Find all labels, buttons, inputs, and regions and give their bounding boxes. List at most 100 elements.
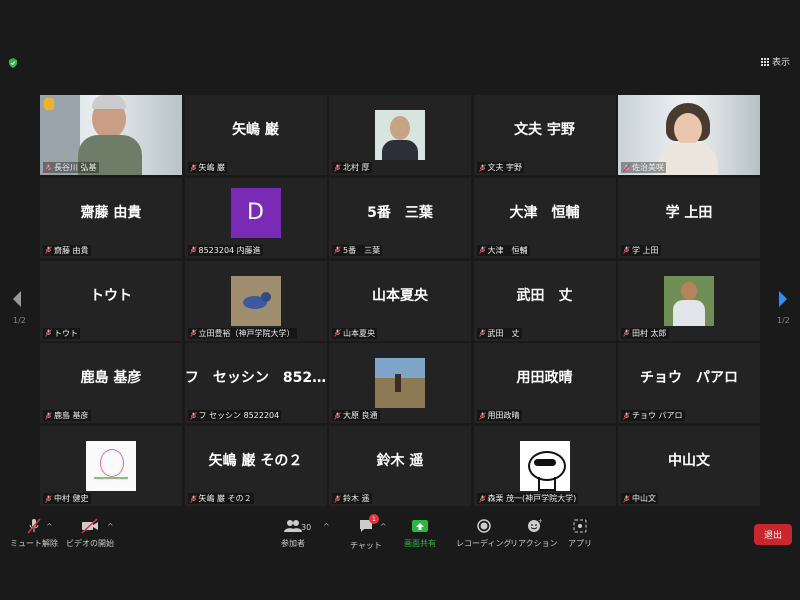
participant-name: 大津 恒輔 [487,245,528,255]
participant-tile[interactable]: 中村 健史 [40,426,182,506]
mic-muted-icon [45,494,52,503]
participant-name-label: 矢嶋 巌 [187,162,228,173]
mic-muted-icon [478,163,486,172]
participant-name: 鹿島 基彦 [54,411,89,421]
participant-display-name: 学 上田 [665,204,713,221]
participant-tile[interactable]: 大津 恒輔 大津 恒輔 [473,177,616,258]
participants-label: 参加者 [281,539,305,548]
participant-tile[interactable]: トウト トウト [40,260,182,341]
participant-tile[interactable]: 佐治美咲 [618,95,760,175]
participant-display-name: 鹿島 基彦 [80,370,142,387]
participant-name-label: 立田豊裕（神戸学院大学） [187,327,297,339]
mic-muted-icon [334,494,341,503]
reactions-button[interactable]: + リアクション [510,518,558,549]
view-button[interactable]: 表示 [760,55,790,68]
participant-tile[interactable]: 中山文 中山文 [618,426,760,506]
prev-page-arrow-icon[interactable] [10,290,24,308]
participant-name: 田村 太郎 [632,328,667,338]
participant-name: 大原 良通 [343,411,378,421]
participant-tile[interactable]: 長谷川 弘基 [40,95,182,175]
mic-muted-icon [478,246,486,255]
participant-name: 森栗 茂一(神戸学院大学) [487,494,577,503]
mic-muted-icon [623,329,630,337]
mic-muted-icon [45,163,52,172]
participant-display-name: 大津 恒輔 [509,204,580,221]
participant-tile[interactable]: 立田豊裕（神戸学院大学） [184,260,327,341]
participant-name-label: 鹿島 基彦 [43,410,91,422]
next-page-arrow-icon[interactable] [776,290,790,308]
participant-name-label: 用田政晴 [476,410,522,422]
participant-tile[interactable]: 学 上田学 上田 [618,177,760,258]
meeting-toolbar: ミュート解除 ^ ビデオの開始 ^ 30 参加者 ^ 1 チャット ^ 画面共有… [0,510,800,560]
participant-display-name: 鈴木 遥 [376,453,424,469]
participant-name: チョウ パアロ [632,411,683,421]
participant-tile[interactable]: 矢嶋 巌 その２ 矢嶋 巌 その２ [184,426,327,506]
participant-tile[interactable]: チョウ パアロ チョウ パアロ [618,343,760,424]
participant-name-label: 武田 丈 [476,327,522,339]
participant-name-label: 田村 太郎 [621,327,669,339]
participant-display-name: 武田 丈 [516,287,573,304]
participant-display-name: 中山文 [668,453,710,469]
participant-display-name: 文夫 宇野 [514,122,575,138]
participant-name-label: 北村 厚 [332,162,372,173]
participant-tile[interactable]: 5番 三葉 5番 三葉 [329,177,471,258]
participant-display-name: トウト [90,287,132,304]
participant-tile[interactable]: 鈴木 遥鈴木 遥 [329,426,471,506]
participant-name-label: 矢嶋 巌 その２ [187,493,254,504]
apps-button[interactable]: アプリ [568,518,592,549]
chat-button[interactable]: 1 チャット [350,514,382,551]
apps-label: アプリ [568,539,592,548]
participant-tile[interactable]: 山本夏央 山本夏央 [329,260,471,341]
participant-tile[interactable]: 大原 良通 [329,343,471,424]
participant-name: 立田豊裕（神戸学院大学） [198,328,295,338]
mic-muted-icon [623,246,630,255]
leave-meeting-button[interactable]: 退出 [753,524,792,545]
participant-name: 長谷川 弘基 [54,163,97,172]
mic-muted-icon [45,329,52,337]
participant-tile[interactable]: 北村 厚 [329,95,471,175]
mic-muted-icon [45,411,52,420]
svg-text:+: + [538,518,542,525]
audio-options-caret[interactable]: ^ [46,522,53,531]
participant-display-name: 山本夏央 [372,287,428,304]
participant-tile[interactable]: 用田政晴 用田政晴 [473,343,616,424]
participant-display-name: 矢嶋 巌 その２ [208,453,303,469]
participant-name: 文夫 宇野 [487,163,523,172]
participant-name-label: 森栗 茂一(神戸学院大学) [476,493,579,504]
mic-muted-icon [27,518,41,534]
mic-muted-icon [623,494,630,503]
participant-name-label: フ セッシン 8522204 [187,410,282,422]
mic-muted-icon [623,411,630,420]
participants-options-caret[interactable]: ^ [323,522,330,531]
start-video-label: ビデオの開始 [66,539,114,548]
page-indicator-left: 1/2 [13,316,26,325]
participant-tile[interactable]: 森栗 茂一(神戸学院大学) [473,426,616,506]
chat-options-caret[interactable]: ^ [380,522,387,531]
participants-icon [284,520,302,532]
participant-name: 佐治美咲 [632,163,664,172]
page-indicator-right: 1/2 [777,316,790,325]
participant-tile[interactable]: フ セッシン 852… フ セッシン 8522204 [184,343,327,424]
share-screen-button[interactable]: 画面共有 [404,518,436,549]
participant-name-label: 学 上田 [621,244,661,256]
participant-name-label: 大原 良通 [332,410,380,422]
participant-tile[interactable]: 田村 太郎 [618,260,760,341]
participants-button[interactable]: 30 参加者 [281,518,311,549]
mic-muted-icon [189,246,197,255]
participant-tile[interactable]: 文夫 宇野 文夫 宇野 [473,95,616,175]
participant-tile[interactable]: 矢嶋 巌矢嶋 巌 [184,95,327,175]
participant-name-label: 佐治美咲 [621,162,666,173]
record-button[interactable]: レコーディング [456,518,511,549]
view-label: 表示 [771,58,790,68]
chat-unread-badge: 1 [368,514,379,524]
security-shield-icon[interactable] [8,58,18,68]
video-options-caret[interactable]: ^ [107,522,114,531]
participant-tile[interactable]: 鹿島 基彦 鹿島 基彦 [40,343,182,424]
participant-name-label: 齋藤 由貴 [43,244,91,256]
participant-tile[interactable]: 武田 丈武田 丈 [473,260,616,341]
participant-tile[interactable]: 齋藤 由貴 齋藤 由貴 [40,177,182,258]
participant-name-label: 鈴木 遥 [332,493,372,504]
mic-muted-icon [334,246,341,255]
participant-name: 用田政晴 [487,411,520,421]
participant-tile[interactable]: D 8523204 内藤進 [184,177,327,258]
